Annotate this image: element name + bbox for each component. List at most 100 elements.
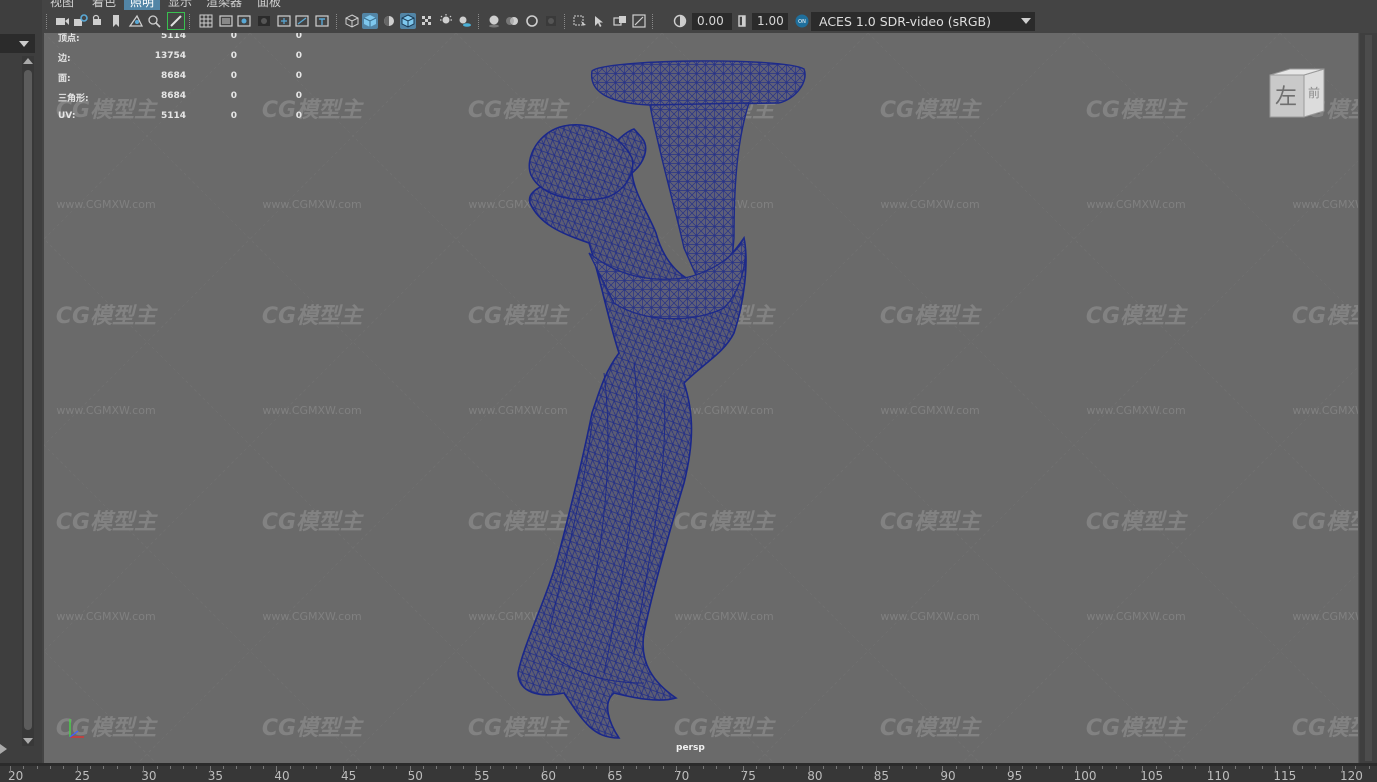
exposure-field[interactable]: 0.00	[692, 13, 732, 30]
timeline-tick	[1022, 766, 1024, 769]
timeline-tick	[969, 766, 971, 769]
screen-space-ao-icon[interactable]	[486, 13, 502, 29]
wireframe-on-shaded-icon[interactable]	[400, 13, 416, 29]
camera-select-icon[interactable]	[54, 13, 70, 29]
timeline-tick	[1102, 766, 1104, 769]
gate-mask-icon[interactable]	[256, 13, 272, 29]
field-chart-icon[interactable]	[276, 13, 292, 29]
timeline-tick	[1128, 766, 1130, 769]
timeline-tick	[742, 766, 744, 772]
right-scrollbar[interactable]	[1360, 33, 1377, 763]
camera-attributes-icon[interactable]	[90, 13, 106, 29]
exposure-icon[interactable]	[672, 13, 688, 29]
hud-row-vertices: 顶点: 5114 0 0	[58, 33, 318, 45]
menu-renderer[interactable]: 渲染器	[200, 0, 248, 10]
menu-shading[interactable]: 着色	[86, 0, 122, 10]
timeline-tick	[476, 766, 478, 772]
hud-value: 0	[230, 91, 237, 101]
timeline-tick-label: 115	[1273, 769, 1297, 782]
timeline-tick	[143, 766, 145, 772]
isolate-select-icon[interactable]	[572, 13, 588, 29]
chevron-down-icon[interactable]	[1021, 18, 1031, 24]
timeline-tick	[822, 766, 824, 769]
menu-panels[interactable]: 面板	[251, 0, 287, 10]
safe-action-icon[interactable]	[294, 13, 310, 29]
timeline-tick	[1009, 766, 1010, 772]
view-cube[interactable]: 左 前	[1268, 67, 1328, 123]
gamma-icon[interactable]	[734, 13, 750, 29]
toolbar-separator	[189, 14, 191, 29]
hud-value: 13754	[154, 51, 186, 61]
panel-dropdown[interactable]	[0, 34, 35, 53]
timeline-tick	[1248, 766, 1250, 769]
timeline-tick	[489, 766, 491, 769]
panel-menu-bar: 视图 着色 照明 显示 渲染器 面板	[44, 0, 1360, 10]
timeline-tick	[556, 766, 558, 769]
timeline-tick	[276, 766, 278, 772]
anti-aliasing-icon[interactable]	[524, 13, 540, 29]
scroll-up-arrow-icon[interactable]	[23, 58, 33, 64]
timeline-tick	[1062, 766, 1064, 769]
wireframe-statue-model[interactable]	[44, 33, 1359, 763]
timeline-tick	[582, 766, 584, 769]
view-transform-icon[interactable]: ON	[794, 13, 810, 29]
view-cube-side-label: 前	[1308, 85, 1320, 100]
timeline-tick	[1208, 766, 1210, 772]
textured-icon[interactable]	[419, 13, 435, 29]
perspective-viewport[interactable]: CG模型主 CG模型主 CG模型主 CG模型主 www.CGMXW.com www.CGM…	[44, 33, 1359, 763]
gamma-field[interactable]: 1.00	[752, 13, 788, 30]
film-gate-icon[interactable]	[218, 13, 234, 29]
hud-label: 面:	[58, 74, 71, 84]
shadows-icon[interactable]	[457, 13, 473, 29]
color-space-dropdown[interactable]: ACES 1.0 SDR-video (sRGB)	[811, 12, 1035, 31]
safe-title-icon[interactable]	[314, 13, 330, 29]
timeline-tick	[209, 766, 211, 772]
timeline-tick	[929, 766, 931, 769]
xray-icon[interactable]	[591, 13, 607, 29]
scrollbar-track[interactable]	[1365, 35, 1372, 761]
timeline-tick	[329, 766, 331, 769]
2d-pan-zoom-icon[interactable]	[146, 13, 162, 29]
timeline-tick	[1315, 766, 1317, 769]
motion-blur-icon[interactable]	[505, 13, 521, 29]
timeline-tick	[1048, 766, 1050, 769]
menu-lighting[interactable]: 照明	[124, 0, 161, 10]
hud-label: 三角形:	[58, 94, 89, 104]
timeline-tick	[356, 766, 358, 769]
timeline-tick	[569, 766, 571, 769]
bookmark-icon[interactable]	[108, 13, 124, 29]
toolbar-separator	[652, 14, 654, 29]
menu-view[interactable]: 视图	[44, 0, 80, 10]
timeline-tick	[382, 766, 384, 769]
depth-of-field-icon[interactable]	[543, 13, 559, 29]
hud-row-edges: 边: 13754 0 0	[58, 51, 318, 65]
smooth-shade-icon[interactable]	[362, 13, 378, 29]
hud-value: 0	[230, 51, 237, 61]
timeline-tick	[396, 766, 398, 769]
grid-icon[interactable]	[198, 13, 214, 29]
menu-show[interactable]: 显示	[162, 0, 198, 10]
timeline-tick	[89, 766, 91, 769]
timeline-tick	[223, 766, 225, 769]
scrollbar-thumb[interactable]	[24, 70, 32, 730]
lighting-icon[interactable]	[438, 13, 454, 29]
left-scrollbar[interactable]	[22, 56, 34, 746]
hud-value: 0	[295, 91, 302, 101]
xray-joints-icon[interactable]	[612, 13, 628, 29]
grease-pencil-icon[interactable]	[167, 12, 185, 30]
resolution-gate-icon[interactable]	[236, 13, 252, 29]
lock-camera-icon[interactable]	[72, 13, 88, 29]
timeline-tick	[835, 766, 837, 769]
backface-culling-icon[interactable]	[631, 13, 647, 29]
scroll-down-arrow-icon[interactable]	[23, 738, 33, 744]
play-arrow-icon[interactable]	[0, 744, 8, 754]
timeline-tick	[982, 766, 984, 769]
image-plane-icon[interactable]	[128, 13, 144, 29]
wireframe-icon[interactable]	[344, 13, 360, 29]
timeline-tick	[289, 766, 291, 769]
timeline-tick-label: 105	[1140, 769, 1164, 782]
timeline-tick	[1088, 766, 1090, 769]
default-material-icon[interactable]	[381, 13, 397, 29]
timeline-tick	[809, 766, 811, 772]
hud-row-uvs: UV: 5114 0 0	[58, 111, 318, 125]
